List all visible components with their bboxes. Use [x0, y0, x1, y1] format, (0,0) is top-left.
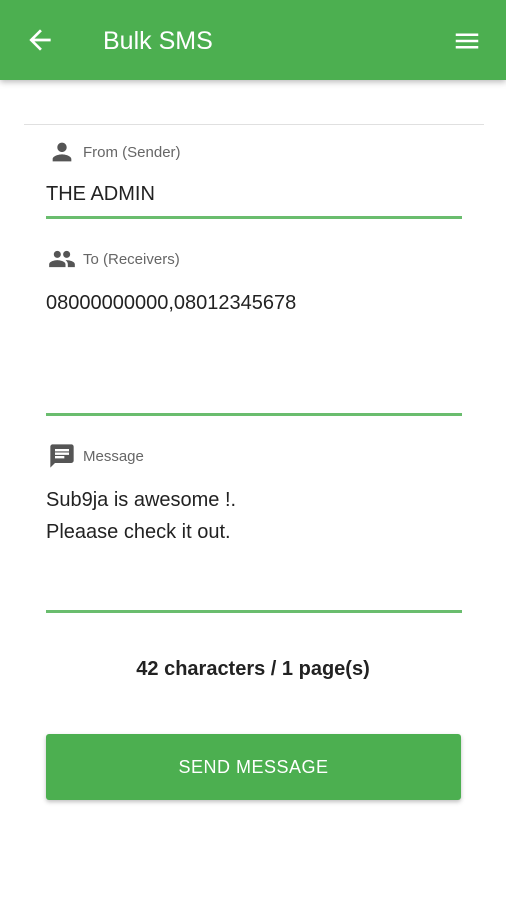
from-label: From (Sender) [46, 138, 181, 166]
message-input[interactable]: Sub9ja is awesome !. Pleaase check it ou… [46, 484, 236, 548]
arrow-left-icon [29, 29, 51, 51]
back-button[interactable] [24, 24, 56, 56]
message-label-text: Message [83, 447, 144, 465]
to-label-text: To (Receivers) [83, 250, 180, 268]
person-icon [52, 142, 72, 162]
people-icon [49, 250, 75, 268]
to-field[interactable]: To (Receivers) 08000000000,08012345678 [46, 245, 462, 420]
from-underline [46, 216, 462, 219]
character-counter: 42 characters / 1 page(s) [136, 658, 370, 680]
top-divider [24, 124, 484, 125]
from-field[interactable]: From (Sender) THE ADMIN [46, 138, 462, 222]
send-message-button[interactable]: SEND MESSAGE [46, 734, 461, 800]
message-icon [50, 444, 74, 468]
message-label: Message [46, 442, 144, 470]
app-title: Bulk SMS [103, 27, 213, 55]
from-input[interactable]: THE ADMIN [46, 178, 155, 210]
from-label-text: From (Sender) [83, 143, 181, 161]
app-bar: Bulk SMS [0, 0, 506, 80]
to-input[interactable]: 08000000000,08012345678 [46, 287, 296, 319]
message-field[interactable]: Message Sub9ja is awesome !. Pleaase che… [46, 442, 462, 617]
to-underline [46, 413, 462, 416]
message-underline [46, 610, 462, 613]
menu-button[interactable] [452, 26, 482, 56]
hamburger-menu-icon [455, 33, 479, 49]
to-label: To (Receivers) [46, 245, 180, 273]
